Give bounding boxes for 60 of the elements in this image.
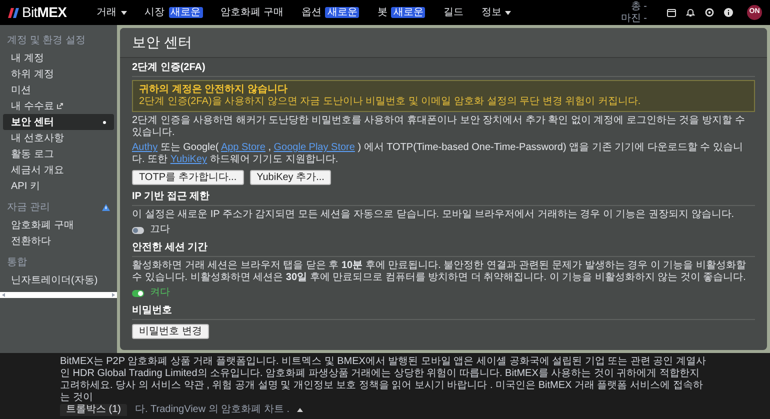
logo-icon <box>8 8 19 18</box>
section-heading: 비밀번호 <box>132 305 755 320</box>
caret-icon <box>120 10 127 14</box>
alert-text: 2단계 인증(2FA)을 사용하지 않으면 자금 도난이나 비밀번호 및 이메일 암호화 설정의 무단 변경 위험이 커집니다. <box>139 96 642 108</box>
button[interactable]: YubiKey 추가... <box>250 170 332 185</box>
nav-item[interactable]: 길드 <box>443 5 464 20</box>
new-badge: 새로운 <box>168 7 203 18</box>
sidebar-item[interactable]: 내 선호사항 <box>3 130 114 146</box>
sidebar-item[interactable]: 활동 로그 <box>3 146 114 162</box>
toggle-switch[interactable] <box>132 226 144 234</box>
sidebar-heading: 자금 관리 <box>7 201 50 215</box>
sidebar-item[interactable]: 전환하다 <box>3 233 114 249</box>
sidebar-item[interactable]: 내 계정 <box>3 50 114 66</box>
alert-title: 귀하의 계정은 안전하지 않습니다 <box>139 84 288 96</box>
description: 활성화하면 거래 세션은 브라우저 탭을 닫은 후 10분 후에 만료됩니다. 불안정한 연결과 관련된 문제가 발생하는 경우 이 기능을 비활성화할 수 있습니다. 비활성화하면 세션은 30일 후에 만료되므로 컴퓨터를 방치하면 더 취약해집니다. 이 기능을 비활성화하지 않는 것이 좋습니다. <box>132 260 747 284</box>
new-badge: 새로운 <box>391 7 426 18</box>
caret-up-icon <box>297 408 304 412</box>
sidebar-heading: 계정 및 환경 설정 <box>7 34 86 48</box>
section-heading: 2단계 인증(2FA) <box>132 62 755 77</box>
button[interactable]: 비밀번호 변경 <box>132 324 209 339</box>
sidebar-item[interactable]: API 키 <box>3 178 114 194</box>
settings-icon <box>705 8 714 17</box>
footer-text: 다. TradingView 의 암호화폐 차트 . <box>135 404 290 416</box>
balance-line: 총 - <box>630 2 647 12</box>
app-info-text: Authy 또는 Google( App Store , Google Play Store ) 에서 TOTP(Time-based One-Time-Password) 앱을 기존 기기에 다운로드할 수 있습니다. 또한 YubiKey 하드웨어 기기도 지원합니다. <box>132 142 744 166</box>
nav-item[interactable]: 옵션 새로운 <box>301 5 360 20</box>
new-badge: 새로운 <box>325 7 360 18</box>
nav-item[interactable]: 시장 새로운 <box>144 5 203 20</box>
info-icon <box>724 8 733 17</box>
warning-icon <box>102 204 110 211</box>
toggle-label: 끄다 <box>150 224 170 236</box>
sidebar-heading: 통합 <box>7 256 27 270</box>
toggle-switch[interactable] <box>132 290 144 296</box>
trollbox-tab[interactable]: 트롤박스 (1) <box>60 404 127 416</box>
section-heading: 안전한 세션 기간 <box>132 242 755 257</box>
sidebar-item[interactable]: 보안 센터 <box>3 114 114 130</box>
bell-icon <box>686 8 695 17</box>
description: 2단계 인증을 사용하면 해커가 도난당한 비밀번호를 사용하여 휴대폰이나 보안 장치에서 추가 확인 없이 계정에 로그인하는 것을 방지할 수 있습니다. <box>132 115 746 139</box>
footer-text: BitMEX는 P2P 암호화폐 상품 거래 플랫폼입니다. 비트멕스 및 BMEX에서 발행된 모바일 앱은 세이셸 공화국에 설립된 기업 또는 관련 공인 계열사인 HDR Global Trading Limited의 소유입니다. 암호화폐 파생상품 거래에는 상당한 위험이 따릅니다. BitMEX를 사용하는 것이 귀하에게 적합한지 고려하세요. 당사 의 서비스 약관 , 위험 공개 설명 및 개인정보 보호 정책을 읽어 보시기 바랍니다 . 미국인은 BitMEX 거래 플랫폼 서비스에 접속하는 것이 <box>60 356 707 404</box>
sidebar-item[interactable]: 미션 <box>3 82 114 98</box>
sidebar-item[interactable]: 세금서 개요 <box>3 162 114 178</box>
balance-line: 마진 - <box>620 14 647 24</box>
external-link-icon <box>56 103 63 109</box>
page-title: 보안 센터 <box>120 28 767 58</box>
section-heading: IP 기반 접근 제한 <box>132 191 755 206</box>
nav-item[interactable]: 봇 새로운 <box>377 5 426 20</box>
sidebar-item[interactable]: 내 수수료 <box>3 98 114 114</box>
window-icon <box>667 8 676 16</box>
sidebar-item[interactable]: 암호화폐 구매 <box>3 217 114 233</box>
nav-item[interactable]: 암호화폐 구매 <box>220 5 284 20</box>
sidebar-item[interactable]: 하위 계정 <box>3 66 114 82</box>
caret-icon <box>505 10 512 14</box>
toggle-label: 켜다 <box>150 287 170 299</box>
sidebar-item[interactable]: 닌자트레이더(자동) <box>3 272 114 288</box>
nav-item[interactable]: 거래 <box>96 5 127 20</box>
logo-text: BitMEX <box>22 3 67 22</box>
nav-item[interactable]: 정보 <box>481 5 512 20</box>
description: 이 설정은 새로운 IP 주소가 감지되면 모든 세션을 자동으로 닫습니다. 모바일 브라우저에서 거래하는 경우 이 기능은 권장되지 않습니다. <box>132 209 736 221</box>
button[interactable]: TOTP를 추가합니다... <box>132 170 244 185</box>
scrollbar[interactable] <box>0 292 117 298</box>
